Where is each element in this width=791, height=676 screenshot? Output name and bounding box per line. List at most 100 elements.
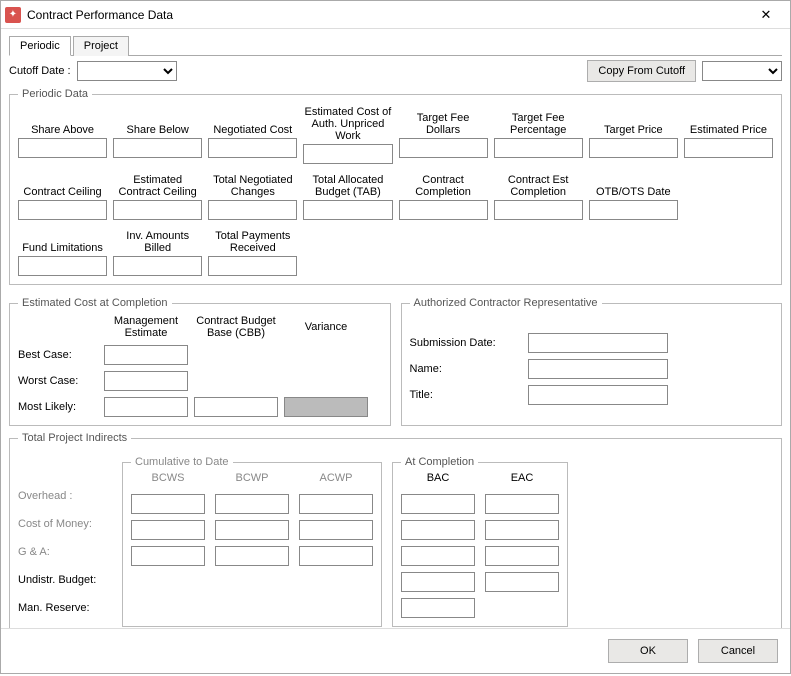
est-contract-ceiling-label: Estimated Contract Ceiling — [113, 168, 202, 198]
ecc-best-label: Best Case: — [18, 349, 98, 361]
cutoff-date-label: Cutoff Date : — [9, 65, 71, 77]
tpi-bcws-hdr: BCWS — [131, 472, 205, 488]
ecc-cbb-hdr: Contract Budget Base (CBB) — [194, 315, 278, 339]
fund-limitations-label: Fund Limitations — [22, 224, 103, 254]
estimated-price-input[interactable] — [684, 138, 773, 158]
ecc-likely-cbb-input[interactable] — [194, 397, 278, 417]
est-cost-auth-input[interactable] — [303, 144, 392, 164]
ecc-legend: Estimated Cost at Completion — [18, 297, 172, 309]
periodic-data-legend: Periodic Data — [18, 88, 92, 100]
est-contract-ceiling-input[interactable] — [113, 200, 202, 220]
acr-title-label: Title: — [410, 389, 520, 401]
contract-ceiling-label: Contract Ceiling — [23, 168, 101, 198]
est-cost-auth-label: Estimated Cost of Auth. Unpriced Work — [303, 106, 392, 142]
total-neg-changes-label: Total Negotiated Changes — [208, 168, 297, 198]
tpi-com-bcwp-input[interactable] — [215, 520, 289, 540]
negotiated-cost-label: Negotiated Cost — [213, 106, 292, 136]
tpi-completion-group: At Completion BAC EAC — [392, 456, 568, 627]
share-above-input[interactable] — [18, 138, 107, 158]
acr-subdate-input[interactable] — [528, 333, 668, 353]
negotiated-cost-input[interactable] — [208, 138, 297, 158]
ecc-likely-label: Most Likely: — [18, 401, 98, 413]
tpi-ga-label: G & A: — [18, 542, 112, 562]
contract-completion-input[interactable] — [399, 200, 488, 220]
tpi-overhead-bcwp-input[interactable] — [215, 494, 289, 514]
tpi-ga-bcws-input[interactable] — [131, 546, 205, 566]
tab-project[interactable]: Project — [73, 36, 129, 56]
ecc-group: Estimated Cost at Completion Management … — [9, 297, 391, 426]
tpi-comp-legend: At Completion — [401, 456, 478, 468]
otb-ots-label: OTB/OTS Date — [596, 168, 671, 198]
ok-button[interactable]: OK — [608, 639, 688, 663]
tpi-ga-acwp-input[interactable] — [299, 546, 373, 566]
target-fee-dollars-input[interactable] — [399, 138, 488, 158]
tpi-reserve-bac-input[interactable] — [401, 598, 475, 618]
tab-bar: Periodic Project — [9, 35, 782, 56]
contract-ceiling-input[interactable] — [18, 200, 107, 220]
tpi-ga-eac-input[interactable] — [485, 546, 559, 566]
contract-est-completion-label: Contract Est Completion — [494, 168, 583, 198]
cancel-button[interactable]: Cancel — [698, 639, 778, 663]
acr-group: Authorized Contractor Representative Sub… — [401, 297, 783, 426]
ecc-worst-label: Worst Case: — [18, 375, 98, 387]
tab-periodic[interactable]: Periodic — [9, 36, 71, 56]
target-fee-dollars-label: Target Fee Dollars — [399, 106, 488, 136]
total-payments-received-input[interactable] — [208, 256, 297, 276]
copy-cutoff-combo[interactable] — [702, 61, 782, 81]
target-price-input[interactable] — [589, 138, 678, 158]
tpi-undistr-bac-input[interactable] — [401, 572, 475, 592]
tpi-acwp-hdr: ACWP — [299, 472, 373, 488]
contract-est-completion-input[interactable] — [494, 200, 583, 220]
total-payments-received-label: Total Payments Received — [208, 224, 297, 254]
tpi-ga-bcwp-input[interactable] — [215, 546, 289, 566]
tab-label: Total Allocated Budget (TAB) — [303, 168, 392, 198]
target-fee-pct-input[interactable] — [494, 138, 583, 158]
tpi-eac-hdr: EAC — [485, 472, 559, 488]
tpi-undistr-label: Undistr. Budget: — [18, 570, 112, 590]
ecc-best-mgmt-input[interactable] — [104, 345, 188, 365]
tpi-legend: Total Project Indirects — [18, 432, 131, 444]
copy-from-cutoff-button[interactable]: Copy From Cutoff — [587, 60, 696, 82]
tpi-com-bcws-input[interactable] — [131, 520, 205, 540]
tpi-overhead-bac-input[interactable] — [401, 494, 475, 514]
tpi-group: Total Project Indirects Overhead : Cost … — [9, 432, 782, 636]
periodic-data-group: Periodic Data Share Above Share Below Ne… — [9, 88, 782, 285]
ecc-likely-variance-input[interactable] — [284, 397, 368, 417]
target-price-label: Target Price — [604, 106, 663, 136]
tpi-overhead-eac-input[interactable] — [485, 494, 559, 514]
window-title: Contract Performance Data — [27, 8, 746, 22]
tpi-ga-bac-input[interactable] — [401, 546, 475, 566]
app-icon: ✦ — [5, 7, 21, 23]
ecc-worst-mgmt-input[interactable] — [104, 371, 188, 391]
share-below-label: Share Below — [127, 106, 189, 136]
tpi-cumulative-group: Cumulative to Date BCWS BCWP ACWP — [122, 456, 382, 627]
tpi-com-bac-input[interactable] — [401, 520, 475, 540]
tpi-com-acwp-input[interactable] — [299, 520, 373, 540]
close-icon[interactable]: ✕ — [746, 2, 786, 28]
tab-input[interactable] — [303, 200, 392, 220]
otb-ots-input[interactable] — [589, 200, 678, 220]
acr-name-label: Name: — [410, 363, 520, 375]
tpi-cum-legend: Cumulative to Date — [131, 456, 233, 468]
acr-name-input[interactable] — [528, 359, 668, 379]
tpi-undistr-eac-input[interactable] — [485, 572, 559, 592]
acr-legend: Authorized Contractor Representative — [410, 297, 602, 309]
tpi-bcwp-hdr: BCWP — [215, 472, 289, 488]
share-below-input[interactable] — [113, 138, 202, 158]
tpi-overhead-bcws-input[interactable] — [131, 494, 205, 514]
inv-amounts-billed-input[interactable] — [113, 256, 202, 276]
target-fee-pct-label: Target Fee Percentage — [494, 106, 583, 136]
cutoff-date-combo[interactable] — [77, 61, 177, 81]
tpi-com-label: Cost of Money: — [18, 514, 112, 534]
fund-limitations-input[interactable] — [18, 256, 107, 276]
estimated-price-label: Estimated Price — [690, 106, 767, 136]
tpi-bac-hdr: BAC — [401, 472, 475, 488]
tpi-reserve-label: Man. Reserve: — [18, 598, 112, 618]
tpi-com-eac-input[interactable] — [485, 520, 559, 540]
tpi-overhead-label: Overhead : — [18, 486, 112, 506]
tpi-overhead-acwp-input[interactable] — [299, 494, 373, 514]
inv-amounts-billed-label: Inv. Amounts Billed — [113, 224, 202, 254]
total-neg-changes-input[interactable] — [208, 200, 297, 220]
acr-title-input[interactable] — [528, 385, 668, 405]
ecc-likely-mgmt-input[interactable] — [104, 397, 188, 417]
